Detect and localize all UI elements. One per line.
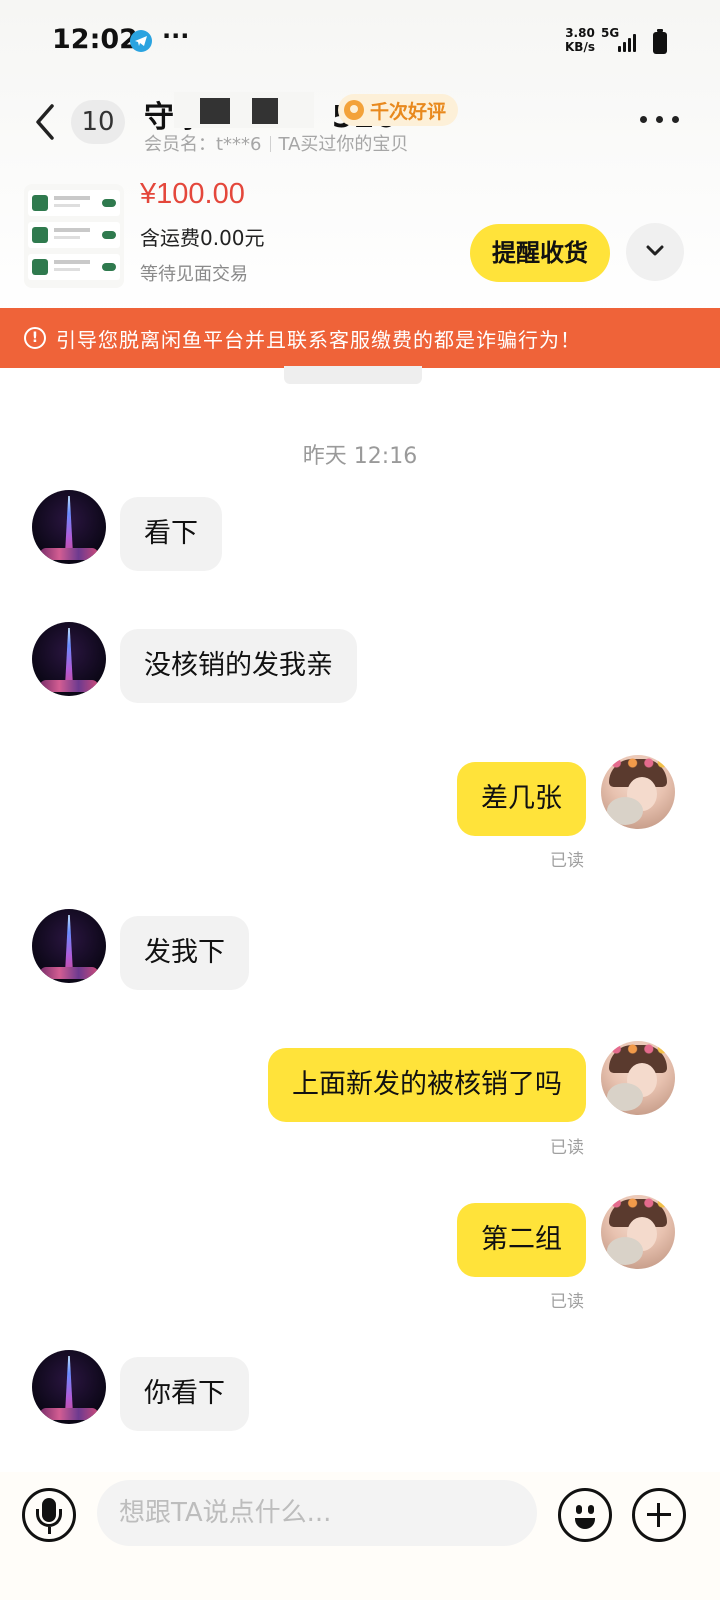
- incoming-message[interactable]: 看下: [120, 497, 222, 571]
- network-speed-value: 3.80: [565, 26, 595, 40]
- outgoing-message[interactable]: 上面新发的被核销了吗: [268, 1048, 586, 1122]
- telegram-icon: [130, 30, 152, 52]
- status-time: 12:02: [52, 24, 138, 55]
- network-speed: 3.80 KB/s: [565, 26, 595, 54]
- more-icon[interactable]: [640, 110, 680, 130]
- order-status: 等待见面交易: [140, 264, 248, 285]
- hidden-system-chip: [284, 366, 422, 384]
- praise-badge[interactable]: 千次好评: [338, 94, 459, 126]
- plus-circle-icon[interactable]: [632, 1488, 686, 1542]
- outgoing-message[interactable]: 第二组: [457, 1203, 586, 1277]
- unread-count-badge[interactable]: 10: [71, 100, 125, 144]
- warning-text: 引导您脱离闲鱼平台并且联系客服缴费的都是诈骗行为！: [56, 327, 581, 352]
- read-receipt: 已读: [550, 851, 584, 871]
- status-bar: 12:02 ··· 3.80 KB/s 5G: [0, 0, 720, 84]
- network-type: 5G: [601, 26, 620, 40]
- product-price: ¥100.00: [140, 178, 245, 210]
- incoming-message[interactable]: 没核销的发我亲: [120, 629, 357, 703]
- signal-icon: [618, 32, 640, 52]
- my-avatar[interactable]: [601, 1195, 675, 1269]
- incoming-message[interactable]: 你看下: [120, 1357, 249, 1431]
- notification-more-icon: ···: [162, 22, 190, 50]
- contact-avatar[interactable]: [32, 490, 106, 564]
- my-avatar[interactable]: [601, 1041, 675, 1115]
- member-info: 会员名：t***6 TA买过你的宝贝: [144, 130, 408, 156]
- warning-icon: !: [24, 327, 46, 349]
- thumbs-up-icon: [344, 100, 364, 120]
- incoming-message[interactable]: 发我下: [120, 916, 249, 990]
- message-input[interactable]: [97, 1480, 537, 1546]
- emoji-icon[interactable]: [558, 1488, 612, 1542]
- shipping-fee: 含运费0.00元: [140, 226, 265, 250]
- fraud-warning-banner: ! 引导您脱离闲鱼平台并且联系客服缴费的都是诈骗行为！: [0, 308, 720, 368]
- battery-icon: [653, 29, 667, 54]
- remind-receipt-button[interactable]: 提醒收货: [470, 224, 610, 282]
- redaction-mask: [174, 92, 314, 128]
- read-receipt: 已读: [550, 1292, 584, 1312]
- praise-badge-label: 千次好评: [370, 100, 447, 123]
- input-bar: [0, 1472, 720, 1600]
- network-speed-unit: KB/s: [565, 40, 595, 54]
- expand-button[interactable]: [626, 223, 684, 281]
- chat-timestamp: 昨天 12:16: [302, 444, 418, 469]
- chevron-down-icon: [646, 245, 664, 256]
- product-thumbnail[interactable]: [24, 184, 124, 288]
- back-icon[interactable]: [28, 102, 64, 142]
- microphone-icon[interactable]: [22, 1488, 76, 1542]
- contact-avatar[interactable]: [32, 622, 106, 696]
- product-card[interactable]: ¥100.00 含运费0.00元 等待见面交易 提醒收货: [0, 176, 720, 302]
- my-avatar[interactable]: [601, 755, 675, 829]
- outgoing-message[interactable]: 差几张: [457, 762, 586, 836]
- divider: [269, 136, 271, 152]
- read-receipt: 已读: [550, 1138, 584, 1158]
- contact-avatar[interactable]: [32, 909, 106, 983]
- member-name: 会员名：t***6: [144, 134, 262, 155]
- chat-header: 10 守水 520 千次好评 会员名：t***6TA买过你的宝贝: [0, 84, 720, 164]
- purchase-relation: TA买过你的宝贝: [278, 134, 409, 155]
- contact-avatar[interactable]: [32, 1350, 106, 1424]
